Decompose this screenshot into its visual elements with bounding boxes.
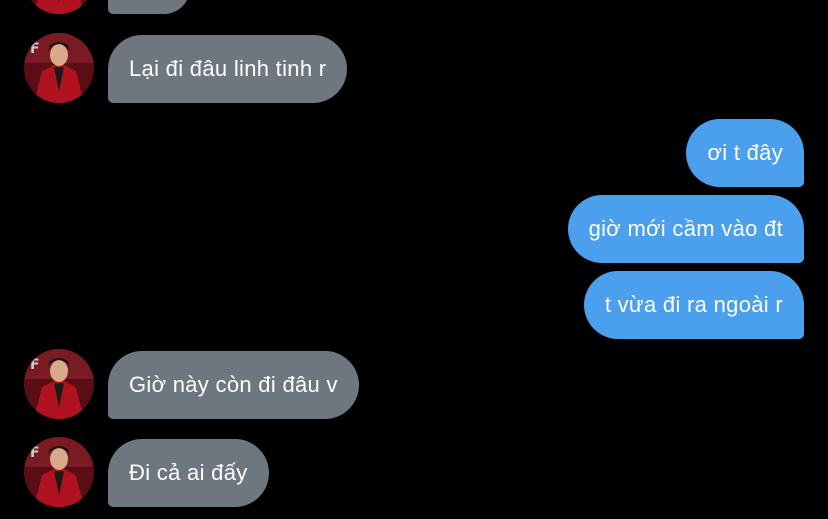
avatar-image: [24, 0, 94, 14]
contact-avatar[interactable]: F: [24, 33, 94, 103]
message-text: Lại đi đâu linh tinh r: [129, 56, 327, 81]
avatar-image: F: [24, 349, 94, 419]
message-text: Giờ này còn đi đâu v: [129, 372, 338, 397]
contact-avatar[interactable]: [24, 0, 94, 14]
avatar-image: F: [24, 437, 94, 507]
incoming-message-bubble[interactable]: Lại đi đâu linh tinh r: [108, 35, 348, 103]
message-text: t vừa đi ra ngoài r: [604, 292, 783, 317]
incoming-message-bubble[interactable]: Giờ này còn đi đâu v: [108, 351, 359, 419]
svg-text:F: F: [30, 41, 40, 57]
avatar-image: F: [24, 33, 94, 103]
outgoing-message-bubble[interactable]: giờ mới cầm vào đt: [567, 195, 804, 263]
contact-avatar[interactable]: F: [24, 349, 94, 419]
svg-text:F: F: [30, 357, 40, 373]
incoming-message-bubble[interactable]: Đi cả ai đấy: [108, 439, 269, 507]
outgoing-message-bubble[interactable]: ơi t đây: [686, 119, 804, 187]
message-thread: F Lại đi đâu linh tinh r ơi t đây giờ mớ…: [0, 0, 828, 519]
incoming-message-bubble-partial[interactable]: [108, 0, 190, 14]
message-text: ơi t đây: [707, 140, 783, 165]
svg-text:F: F: [30, 445, 40, 461]
message-text: Đi cả ai đấy: [129, 460, 248, 485]
message-text: giờ mới cầm vào đt: [588, 216, 783, 241]
outgoing-message-bubble[interactable]: t vừa đi ra ngoài r: [583, 271, 804, 339]
contact-avatar[interactable]: F: [24, 437, 94, 507]
